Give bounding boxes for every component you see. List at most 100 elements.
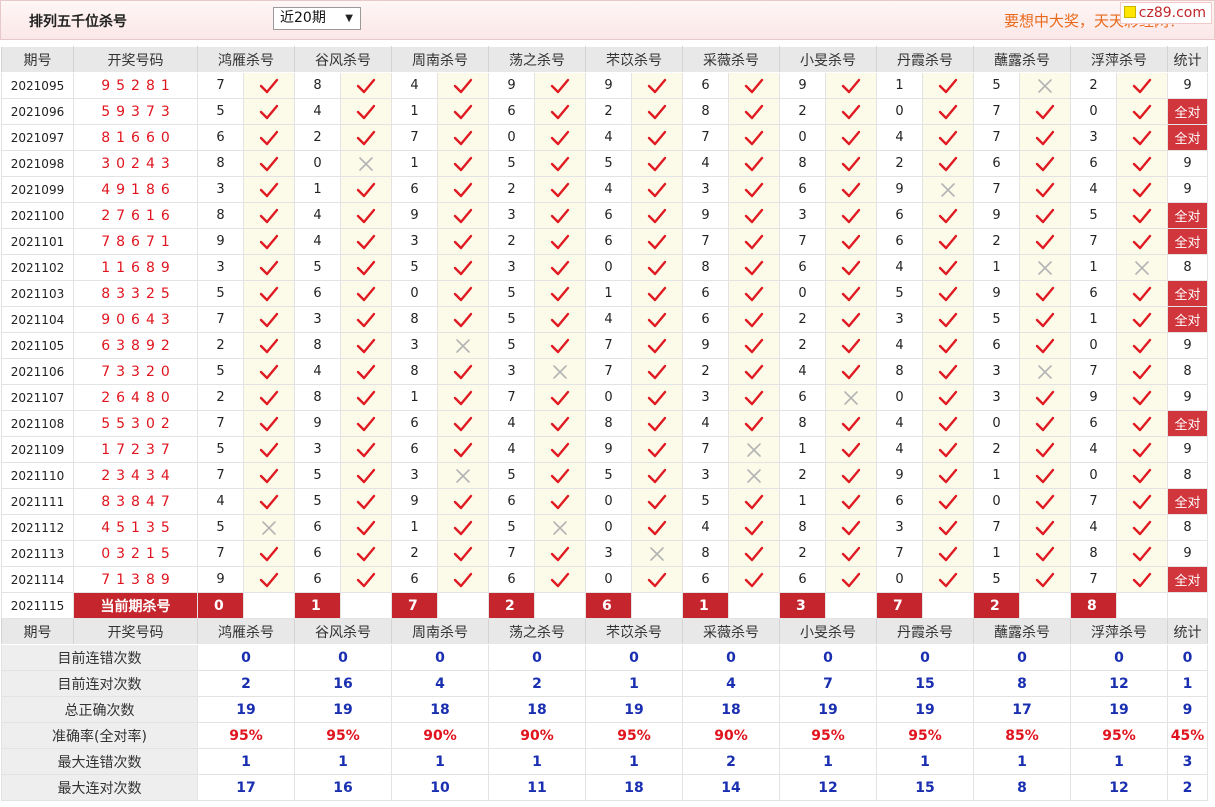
kill-number-cell: 4 bbox=[876, 254, 923, 281]
kill-result-cell bbox=[534, 124, 586, 151]
summary-label-cell: 最大连错次数 bbox=[1, 748, 198, 775]
kill-result-cell bbox=[728, 462, 780, 489]
kill-number-cell: 7 bbox=[973, 98, 1020, 125]
kill-result-cell bbox=[340, 280, 392, 307]
kill-number-cell: 3 bbox=[294, 306, 341, 333]
kill-result-cell bbox=[437, 98, 489, 125]
stat-cell: 全对 bbox=[1167, 280, 1208, 307]
summary-value-cell: 18 bbox=[391, 696, 489, 723]
summary-value-cell: 95% bbox=[197, 722, 295, 749]
summary-value-cell: 2 bbox=[488, 670, 586, 697]
kill-number-cell: 7 bbox=[197, 462, 244, 489]
summary-row: 目前连错次数 0 0 0 0 0 0 0 0 0 0 0 bbox=[1, 644, 1208, 671]
summary-value-cell: 1 bbox=[391, 748, 489, 775]
kill-number-cell: 0 bbox=[973, 488, 1020, 515]
kill-number-cell: 5 bbox=[391, 254, 438, 281]
right-icon bbox=[826, 312, 876, 328]
right-icon bbox=[1020, 130, 1070, 146]
kill-number-cell: 2 bbox=[391, 540, 438, 567]
col-header-expert: 周南杀号 bbox=[391, 618, 489, 645]
kill-number-cell: 2 bbox=[197, 332, 244, 359]
kill-result-cell bbox=[437, 384, 489, 411]
kill-result-cell bbox=[1019, 488, 1071, 515]
kill-number-cell: 0 bbox=[585, 254, 632, 281]
kill-result-cell bbox=[922, 358, 974, 385]
kill-result-cell bbox=[1019, 462, 1071, 489]
kill-result-cell bbox=[825, 280, 877, 307]
right-icon bbox=[826, 468, 876, 484]
table-row: 2021101 78671 9 4 3 2 6 7 7 6 2 7 全对 bbox=[1, 228, 1208, 255]
summary-value-cell: 1 bbox=[294, 748, 392, 775]
summary-value-cell: 12 bbox=[1070, 774, 1168, 801]
right-icon bbox=[1020, 468, 1070, 484]
kill-result-cell bbox=[243, 358, 295, 385]
table-row: 2021095 95281 7 8 4 9 9 6 9 1 5 2 9 bbox=[1, 72, 1208, 99]
table-row: 2021104 90643 7 3 8 5 4 6 2 3 5 1 全对 bbox=[1, 306, 1208, 333]
right-icon bbox=[729, 130, 779, 146]
summary-label-cell: 目前连错次数 bbox=[1, 644, 198, 671]
summary-value-cell: 15 bbox=[876, 774, 974, 801]
right-icon bbox=[632, 520, 682, 536]
current-kill-cell: 1 bbox=[294, 592, 341, 619]
kill-result-cell bbox=[1116, 384, 1168, 411]
kill-number-cell: 9 bbox=[973, 202, 1020, 229]
kill-result-cell bbox=[243, 72, 295, 99]
right-icon bbox=[1117, 312, 1167, 328]
summary-value-cell: 17 bbox=[973, 696, 1071, 723]
current-empty-cell bbox=[922, 592, 974, 619]
kill-number-cell: 8 bbox=[682, 540, 729, 567]
kill-number-cell: 3 bbox=[488, 358, 535, 385]
kill-number-cell: 6 bbox=[488, 488, 535, 515]
right-icon bbox=[438, 208, 488, 224]
right-icon bbox=[341, 364, 391, 380]
kill-number-cell: 6 bbox=[973, 150, 1020, 177]
right-icon bbox=[923, 546, 973, 562]
right-icon bbox=[341, 260, 391, 276]
site-logo[interactable]: cz89.com bbox=[1119, 2, 1212, 24]
issue-cell: 2021100 bbox=[1, 202, 74, 229]
right-icon bbox=[826, 78, 876, 94]
col-header-expert: 荡之杀号 bbox=[488, 46, 586, 73]
current-empty-cell bbox=[437, 592, 489, 619]
kill-number-cell: 3 bbox=[391, 332, 438, 359]
right-icon bbox=[341, 208, 391, 224]
kill-result-cell bbox=[534, 150, 586, 177]
kill-result-cell bbox=[437, 176, 489, 203]
kill-number-cell: 1 bbox=[391, 98, 438, 125]
kill-result-cell bbox=[1116, 176, 1168, 203]
kill-number-cell: 9 bbox=[876, 462, 923, 489]
period-select[interactable]: 近20期 ▼ bbox=[273, 7, 361, 30]
kill-result-cell bbox=[728, 150, 780, 177]
kill-result-cell bbox=[631, 254, 683, 281]
kill-number-cell: 9 bbox=[488, 72, 535, 99]
kill-result-cell bbox=[243, 254, 295, 281]
right-icon bbox=[438, 104, 488, 120]
kill-result-cell bbox=[340, 72, 392, 99]
right-icon bbox=[438, 260, 488, 276]
kill-number-cell: 6 bbox=[876, 202, 923, 229]
summary-value-cell: 1 bbox=[585, 670, 683, 697]
issue-cell: 2021099 bbox=[1, 176, 74, 203]
stat-cell: 全对 bbox=[1167, 124, 1208, 151]
kill-number-cell: 5 bbox=[197, 358, 244, 385]
summary-value-cell: 0 bbox=[294, 644, 392, 671]
draw-number-cell: 27616 bbox=[73, 202, 198, 229]
kill-number-cell: 5 bbox=[488, 150, 535, 177]
kill-result-cell bbox=[728, 280, 780, 307]
kill-result-cell bbox=[825, 514, 877, 541]
kill-result-cell bbox=[534, 514, 586, 541]
kill-number-cell: 9 bbox=[779, 72, 826, 99]
kill-number-cell: 9 bbox=[682, 332, 729, 359]
kill-number-cell: 8 bbox=[294, 72, 341, 99]
kill-number-cell: 9 bbox=[876, 176, 923, 203]
right-icon bbox=[438, 520, 488, 536]
right-icon bbox=[535, 260, 585, 276]
right-icon bbox=[826, 520, 876, 536]
kill-result-cell bbox=[825, 176, 877, 203]
kill-number-cell: 9 bbox=[585, 72, 632, 99]
kill-number-cell: 3 bbox=[197, 254, 244, 281]
right-icon bbox=[1117, 156, 1167, 172]
right-icon bbox=[632, 182, 682, 198]
kill-result-cell bbox=[437, 540, 489, 567]
right-icon bbox=[826, 234, 876, 250]
